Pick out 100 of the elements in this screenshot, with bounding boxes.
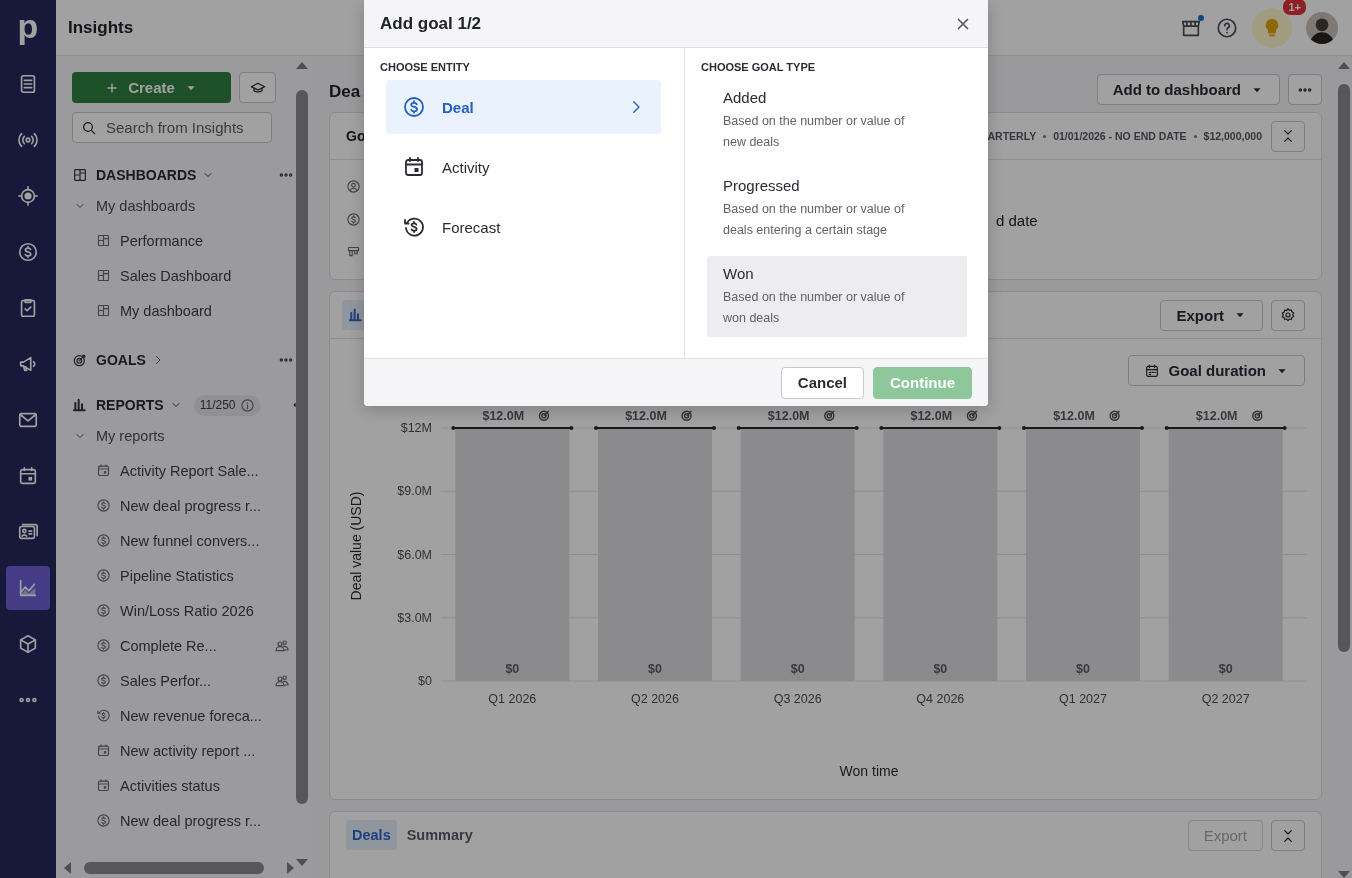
target-icon bbox=[966, 410, 978, 422]
axis-tick-label: Q2 2027 bbox=[1201, 692, 1250, 706]
axis-tick-label: Q3 2026 bbox=[773, 692, 822, 706]
axis-tick-label: $3.0M bbox=[397, 610, 432, 625]
sidebar-item[interactable]: Complete Re... bbox=[120, 637, 217, 654]
shared-icon bbox=[274, 672, 290, 689]
calendar-icon bbox=[96, 743, 111, 758]
sidebar-item[interactable]: Activities status bbox=[120, 777, 220, 794]
option-title: Added bbox=[723, 89, 768, 106]
section-heading: CHOOSE ENTITY bbox=[380, 61, 471, 73]
folder-toggle[interactable]: My dashboards bbox=[72, 188, 196, 223]
axis-tick-label: $12M bbox=[400, 421, 432, 435]
data-label: $0 bbox=[790, 662, 805, 676]
goal-meta: ARTERLY bbox=[987, 130, 1037, 142]
settings-icon[interactable] bbox=[1271, 299, 1305, 331]
dollar-icon bbox=[96, 673, 111, 688]
shared-icon bbox=[274, 637, 290, 654]
marketplace-icon[interactable] bbox=[1180, 16, 1202, 39]
sidebar-item[interactable]: Performance bbox=[120, 232, 203, 249]
sidebar-item[interactable]: New revenue foreca... bbox=[120, 707, 262, 724]
target-icon bbox=[538, 410, 550, 422]
dialog-title: Add goal 1/2 bbox=[380, 13, 482, 34]
axis-tick-label: $9.0M bbox=[397, 484, 432, 499]
export-button[interactable]: Export bbox=[1160, 299, 1263, 331]
sidebar-item[interactable]: New deal progress r... bbox=[120, 812, 262, 829]
create-button[interactable]: Create bbox=[72, 72, 231, 103]
dollar-icon bbox=[96, 498, 111, 513]
dollar-icon bbox=[96, 533, 111, 548]
sidebar-item[interactable]: Sales Perfor... bbox=[120, 672, 212, 689]
data-label: $0 bbox=[1218, 662, 1233, 676]
entity-option[interactable]: Activity bbox=[386, 140, 661, 194]
section-toggle[interactable]: GOALS bbox=[96, 352, 164, 368]
add-to-dashboard-button[interactable]: Add to dashboard bbox=[1096, 74, 1280, 105]
dollar-icon bbox=[402, 95, 426, 119]
data-label: $12.0M bbox=[1053, 409, 1095, 423]
goal-type-option[interactable]: Won Based on the number or value of won deals bbox=[707, 256, 967, 337]
sidebar-item[interactable]: New funnel convers... bbox=[120, 532, 260, 549]
dollar-icon bbox=[96, 568, 111, 583]
dashboard-icon bbox=[96, 303, 111, 318]
folder-toggle[interactable]: My reports bbox=[72, 418, 165, 453]
sidebar-item[interactable]: Pipeline Statistics bbox=[120, 567, 234, 584]
target-icon bbox=[72, 352, 88, 368]
entity-option[interactable]: Deal bbox=[386, 80, 661, 134]
goal-meta: $12,000,000 bbox=[1203, 130, 1262, 142]
cancel-button[interactable]: Cancel bbox=[780, 366, 864, 399]
calendar-icon bbox=[96, 463, 111, 478]
axis-tick-label: Q1 2026 bbox=[488, 692, 537, 706]
period-dropdown[interactable]: Goal duration bbox=[1127, 355, 1305, 386]
plus-icon bbox=[105, 80, 120, 95]
scrollbar[interactable] bbox=[294, 62, 310, 866]
data-label: $12.0M bbox=[625, 409, 667, 423]
sidebar-item[interactable]: Win/Loss Ratio 2026 bbox=[120, 602, 254, 619]
entity-option[interactable]: Forecast bbox=[386, 200, 661, 254]
search-field[interactable]: Search from Insights bbox=[72, 112, 272, 143]
data-label: $12.0M bbox=[1195, 409, 1238, 423]
data-label: $0 bbox=[1076, 662, 1090, 676]
report-title: Dea bbox=[329, 81, 361, 102]
data-label: $0 bbox=[933, 662, 948, 676]
target-icon bbox=[824, 410, 835, 422]
dollar-icon bbox=[96, 638, 111, 653]
calendar-icon bbox=[402, 155, 426, 179]
academy-icon[interactable] bbox=[239, 72, 276, 103]
sidebar-item[interactable]: Activity Report Sale... bbox=[120, 462, 259, 479]
data-label: $0 bbox=[648, 662, 662, 676]
goal-meta: 01/01/2026 - NO END DATE bbox=[1053, 130, 1187, 142]
report-count: 11/250 bbox=[199, 398, 236, 412]
section-toggle[interactable]: DASHBOARDS bbox=[96, 167, 215, 183]
goal-detail: d date bbox=[996, 212, 1038, 229]
data-label: $12.0M bbox=[482, 409, 525, 423]
data-label: $0 bbox=[505, 662, 520, 676]
target-icon bbox=[1252, 410, 1263, 422]
more-icon[interactable] bbox=[1288, 74, 1322, 105]
data-label: $12.0M bbox=[910, 409, 953, 423]
calendar-icon bbox=[96, 778, 111, 793]
card-title: Go bbox=[346, 128, 366, 144]
sidebar-item[interactable]: Sales Dashboard bbox=[120, 267, 232, 284]
tab[interactable]: Deals bbox=[346, 820, 397, 850]
chart-icon[interactable] bbox=[6, 566, 50, 610]
axis-tick-label: $6.0M bbox=[397, 547, 432, 562]
sidebar-item[interactable]: New deal progress r... bbox=[120, 497, 262, 514]
forecast-icon bbox=[96, 708, 111, 723]
goal-type-option[interactable]: Added Based on the number or value of new deals bbox=[707, 80, 967, 161]
sidebar-item[interactable]: New activity report ... bbox=[120, 742, 256, 759]
page-title: Insights bbox=[68, 17, 134, 38]
option-description: Based on the number or value of won deals bbox=[723, 289, 906, 327]
section-toggle[interactable]: REPORTS bbox=[96, 397, 182, 413]
scrollbar[interactable] bbox=[64, 861, 294, 875]
bar-chart-icon bbox=[72, 397, 88, 413]
option-description: Based on the number or value of deals entering a certain stage bbox=[723, 201, 906, 239]
tab[interactable]: Summary bbox=[400, 820, 479, 850]
section-heading: CHOOSE GOAL TYPE bbox=[701, 61, 817, 73]
avatar[interactable] bbox=[1306, 11, 1338, 44]
target-icon bbox=[681, 410, 693, 422]
help-icon bbox=[1216, 16, 1238, 39]
person-icon bbox=[346, 179, 361, 194]
sidebar-item[interactable]: My dashboard bbox=[120, 302, 212, 319]
dashboard-icon bbox=[72, 167, 88, 183]
option-description: Based on the number or value of new deals bbox=[723, 113, 906, 151]
goal-type-option[interactable]: Progressed Based on the number or value of deals entering a certain stage bbox=[707, 168, 967, 249]
app-logo[interactable]: p bbox=[17, 6, 39, 46]
